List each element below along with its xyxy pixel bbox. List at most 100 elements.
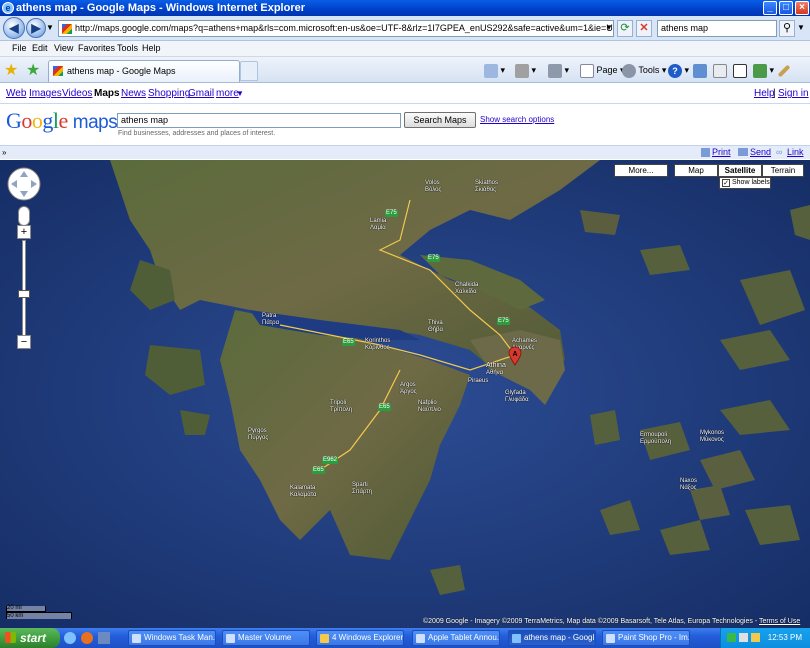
nav-images-link[interactable]: Images (29, 86, 62, 102)
translate-button[interactable]: ▾ (753, 61, 774, 79)
note-button[interactable] (733, 61, 747, 79)
place-label: Naxos (680, 478, 698, 484)
road-shield: E962 (322, 457, 339, 464)
quicklaunch-firefox-icon[interactable] (81, 632, 93, 644)
place-label: Nafplio (418, 400, 437, 406)
menu-file[interactable]: File (12, 41, 27, 56)
minimize-button[interactable]: _ (763, 1, 777, 15)
printer-icon (548, 63, 562, 78)
map-type-satellite-button[interactable]: Satellite (718, 164, 762, 177)
refresh-button[interactable]: ⟳ (617, 20, 633, 37)
place-label-greek: Πάτρα (262, 320, 280, 326)
search-dropdown-icon[interactable]: ▼ (797, 23, 805, 32)
task-button[interactable]: Paint Shop Pro - Im... (602, 630, 690, 646)
location-marker-icon[interactable]: A (508, 346, 522, 366)
help-link[interactable]: Help (754, 86, 775, 102)
tray-icon[interactable] (727, 633, 736, 642)
zoom-slider-track[interactable] (22, 240, 26, 336)
terms-of-use-link[interactable]: Terms of Use (759, 618, 800, 625)
road-shield: E75 (385, 210, 398, 217)
more-dropdown-icon[interactable]: ▼ (236, 86, 244, 102)
place-label: Skiathos (475, 180, 499, 186)
menu-help[interactable]: Help (142, 41, 161, 56)
start-button[interactable]: start (0, 628, 60, 648)
show-labels-text: Show labels (732, 179, 770, 186)
menu-tools[interactable]: Tools (117, 41, 138, 56)
pan-control[interactable] (6, 166, 42, 202)
link-chain-icon: ∞ (776, 147, 783, 157)
forward-button[interactable]: ▶ (26, 18, 46, 38)
nav-news-link[interactable]: News (121, 86, 146, 102)
search-icon[interactable]: ⚲ (779, 20, 795, 37)
place-label: Argos (400, 382, 416, 388)
tools-menu-button[interactable]: Tools ▾ (622, 61, 666, 79)
nav-gmail-link[interactable]: Gmail (188, 86, 214, 102)
task-button[interactable]: 4 Windows Explorer (316, 630, 404, 646)
tab-google-maps[interactable]: athens map - Google Maps (48, 60, 240, 82)
address-dropdown-icon[interactable]: ▼ (605, 23, 613, 32)
zoom-in-button[interactable]: + (17, 225, 31, 239)
collapse-panel-icon[interactable]: » (2, 146, 6, 159)
history-dropdown-icon[interactable]: ▼ (46, 23, 54, 32)
map-type-terrain-button[interactable]: Terrain (762, 164, 804, 177)
google-maps-logo[interactable]: Google maps (6, 108, 118, 134)
map-type-more-button[interactable]: More... (614, 164, 668, 177)
document-icon (713, 63, 727, 78)
stop-button[interactable]: ✕ (636, 20, 652, 37)
search-maps-button[interactable]: Search Maps (404, 112, 476, 128)
close-button[interactable]: × (795, 1, 809, 15)
research-button[interactable] (693, 61, 707, 79)
maximize-button[interactable]: □ (779, 1, 793, 15)
address-input[interactable]: http://maps.google.com/maps?q=athens+map… (58, 20, 614, 37)
print-link[interactable]: Print (712, 146, 731, 159)
new-tab-button[interactable] (240, 61, 258, 81)
nav-web-link[interactable]: Web (6, 86, 26, 102)
home-button[interactable]: ▾ (484, 61, 505, 79)
app-icon (132, 634, 141, 643)
task-button-active[interactable]: athens map - Googl... (508, 630, 596, 646)
quicklaunch-ie-icon[interactable] (64, 632, 76, 644)
show-search-options-link[interactable]: Show search options (480, 115, 554, 124)
nav-videos-link[interactable]: Videos (62, 86, 92, 102)
favorites-star-icon[interactable]: ★ (4, 60, 18, 80)
print-toolbar-button[interactable]: ▾ (548, 61, 569, 79)
nav-shopping-link[interactable]: Shopping (148, 86, 190, 102)
translate-icon (753, 63, 767, 78)
task-button[interactable]: Apple Tablet Annou... (412, 630, 500, 646)
map-action-bar: » Print Send ∞ Link (0, 145, 810, 159)
maps-search-input[interactable]: athens map (117, 113, 401, 128)
task-button[interactable]: Windows Task Man... (128, 630, 216, 646)
place-label: Achames (512, 338, 538, 344)
sign-in-link[interactable]: Sign in (778, 86, 809, 102)
clip-button[interactable] (713, 61, 727, 79)
pen-button[interactable] (777, 61, 791, 79)
show-labels-checkbox[interactable]: ✓ Show labels (719, 177, 771, 189)
gear-icon (622, 63, 636, 78)
send-link[interactable]: Send (750, 146, 771, 159)
zoom-out-button[interactable]: − (17, 335, 31, 349)
google-top-nav: Web Images Videos Maps News Shopping Gma… (0, 84, 810, 102)
quicklaunch-desktop-icon[interactable] (98, 632, 110, 644)
link-link[interactable]: Link (787, 146, 804, 159)
page-menu-button[interactable]: Page ▾ (580, 61, 625, 79)
place-label: Pyrgos (248, 428, 267, 434)
app-icon (226, 634, 235, 643)
back-button[interactable]: ◀ (3, 17, 25, 39)
menu-edit[interactable]: Edit (32, 41, 48, 56)
task-button[interactable]: Master Volume (222, 630, 310, 646)
feeds-button[interactable]: ▾ (515, 61, 536, 79)
menu-view[interactable]: View (54, 41, 73, 56)
map-canvas[interactable]: More... Map Satellite Terrain ✓ Show lab… (0, 160, 810, 628)
tray-icon[interactable] (751, 633, 760, 642)
help-button[interactable]: ? ▾ (668, 61, 689, 79)
street-view-pegman-icon[interactable] (18, 206, 30, 226)
clock[interactable]: 12:53 PM (768, 628, 802, 648)
map-type-map-button[interactable]: Map (674, 164, 718, 177)
ie-search-input[interactable]: athens map (657, 20, 777, 37)
menu-favorites[interactable]: Favorites (78, 41, 115, 56)
zoom-slider-handle[interactable] (18, 290, 30, 298)
place-label-greek: Χαλκίδα (455, 289, 477, 295)
tray-icon[interactable] (739, 633, 748, 642)
add-favorite-icon[interactable]: ★ (26, 60, 40, 80)
place-label: Glyfada (505, 390, 526, 396)
